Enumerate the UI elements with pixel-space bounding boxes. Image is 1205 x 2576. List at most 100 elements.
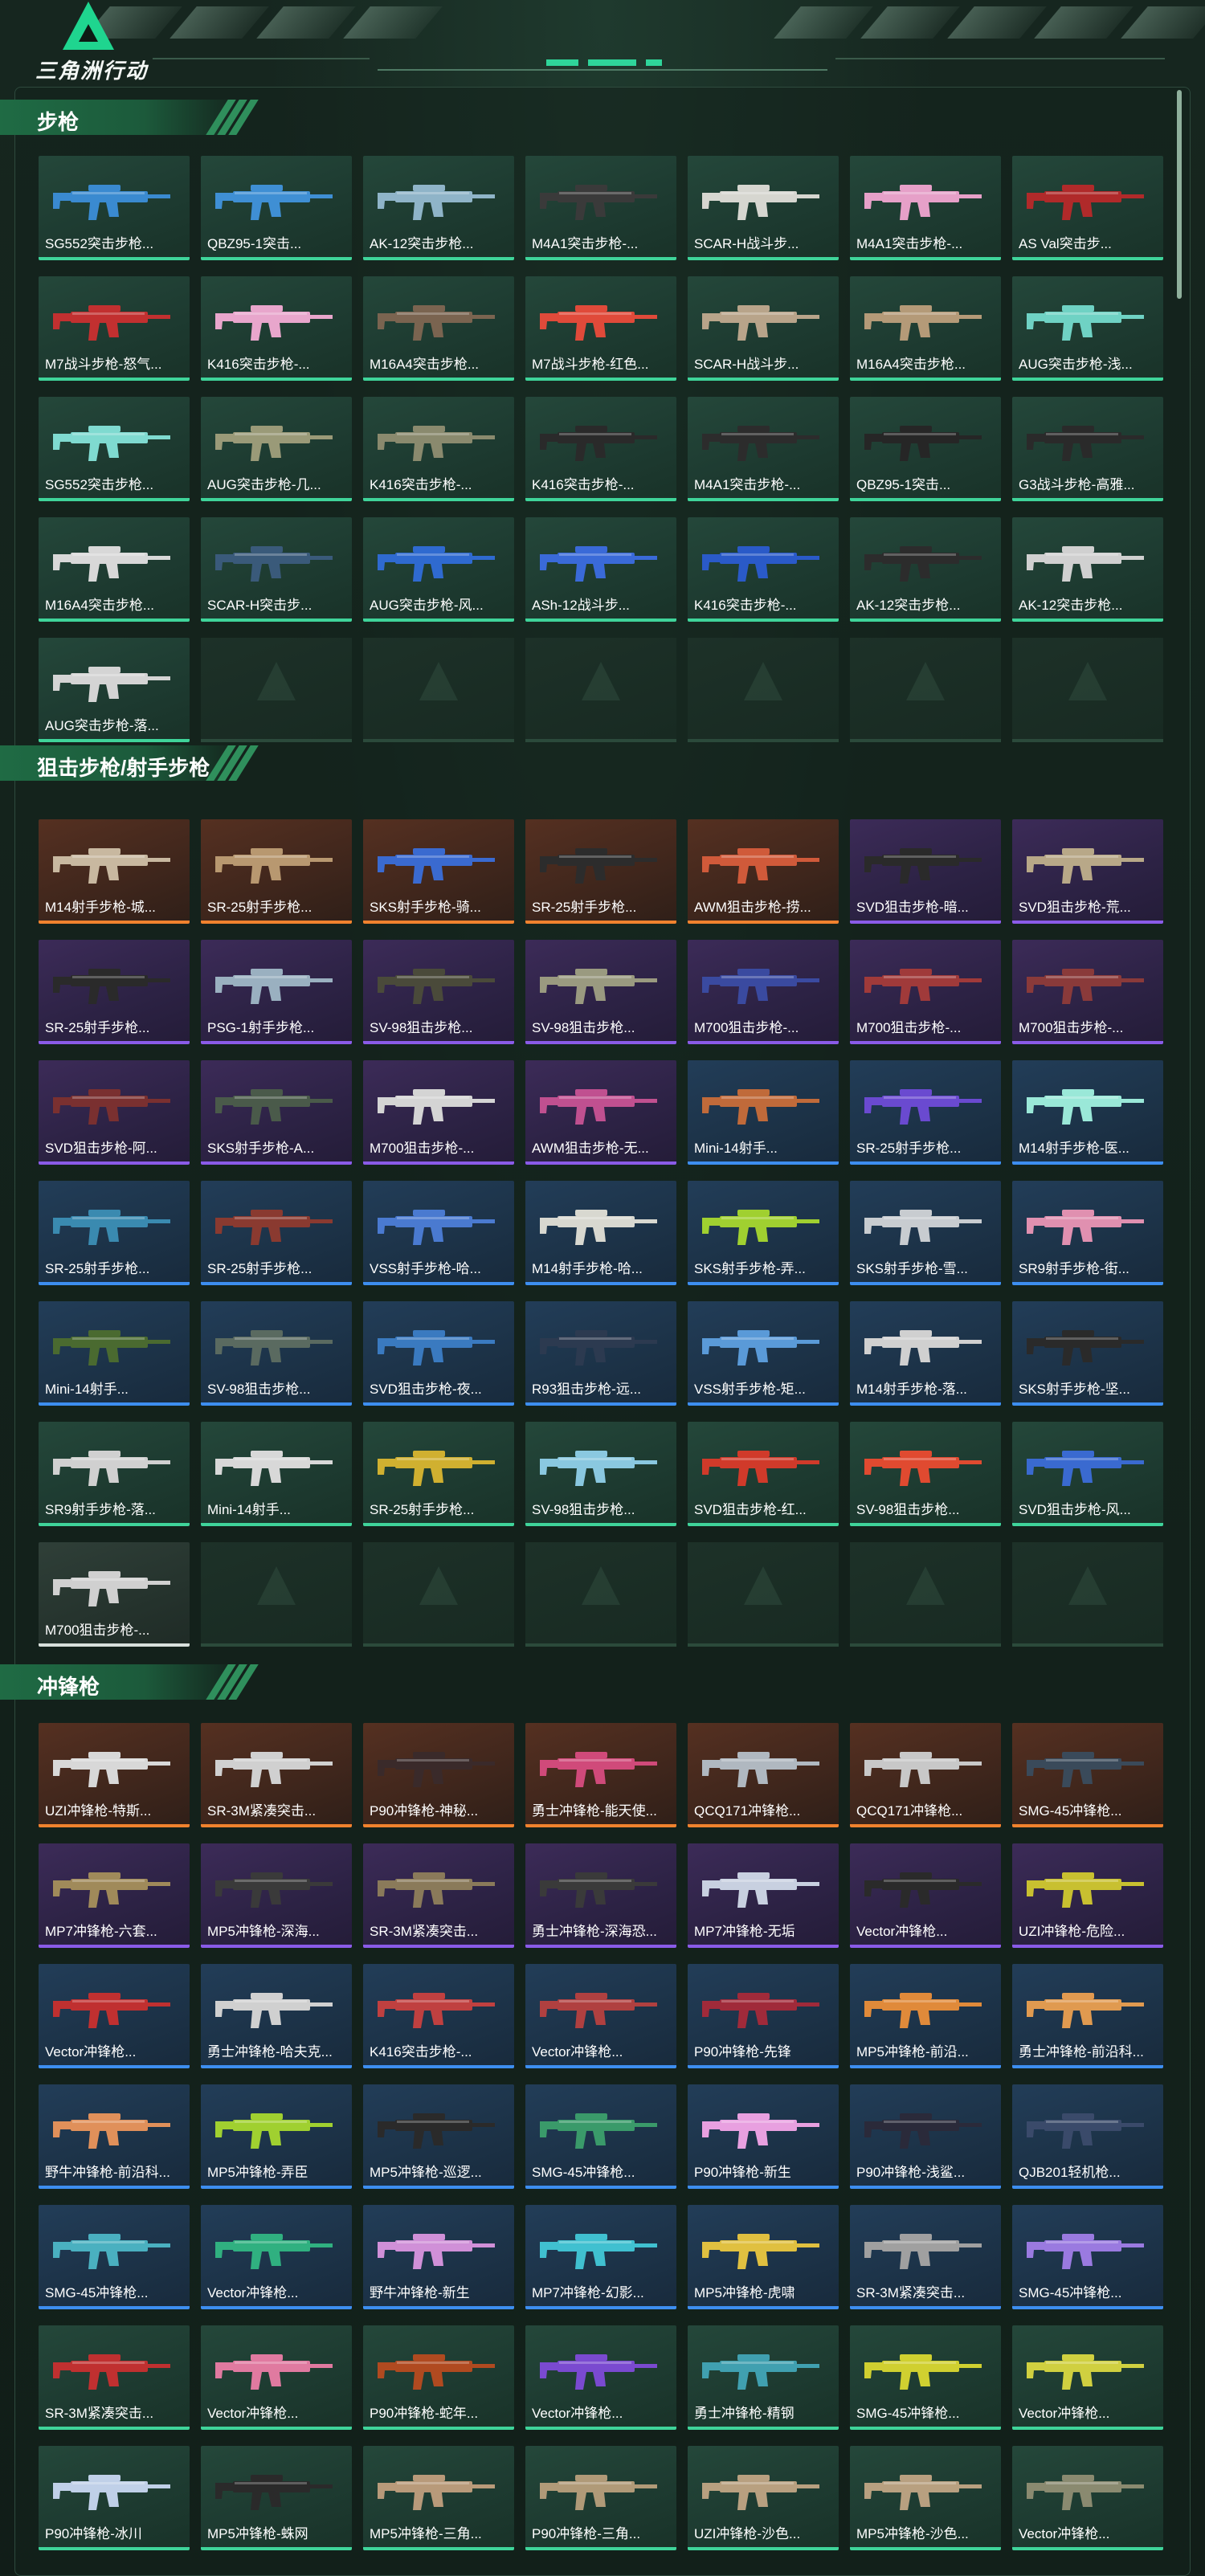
weapon-card[interactable]: 野牛冲锋枪-前沿科... (39, 2084, 190, 2189)
weapon-card[interactable]: MP5冲锋枪-弄臣 (201, 2084, 352, 2189)
weapon-card[interactable]: SMG-45冲锋枪... (1012, 1723, 1163, 1827)
weapon-card[interactable]: K416突击步枪-... (363, 397, 514, 501)
weapon-card[interactable]: 勇士冲锋枪-能天使... (525, 1723, 676, 1827)
weapon-card[interactable]: P90冲锋枪-新生 (688, 2084, 839, 2189)
weapon-card[interactable]: QBZ95-1突击... (201, 156, 352, 260)
weapon-card[interactable]: M4A1突击步枪-... (688, 397, 839, 501)
weapon-card[interactable]: AWM狙击步枪-无... (525, 1060, 676, 1165)
weapon-card[interactable]: VSS射手步枪-哈... (363, 1181, 514, 1285)
weapon-card[interactable]: M14射手步枪-哈... (525, 1181, 676, 1285)
weapon-card[interactable]: SVD狙击步枪-风... (1012, 1422, 1163, 1526)
weapon-card[interactable]: MP5冲锋枪-三角... (363, 2446, 514, 2550)
weapon-card[interactable]: MP7冲锋枪-六套... (39, 1843, 190, 1948)
weapon-card[interactable]: SCAR-H突击步... (201, 517, 352, 622)
weapon-card[interactable]: M7战斗步枪-红色... (525, 276, 676, 381)
weapon-card[interactable]: AUG突击步枪-风... (363, 517, 514, 622)
weapon-card[interactable]: SMG-45冲锋枪... (39, 2205, 190, 2309)
weapon-card[interactable]: SV-98狙击步枪... (201, 1301, 352, 1406)
weapon-card[interactable]: SR9射手步枪-街... (1012, 1181, 1163, 1285)
weapon-card[interactable]: SKS射手步枪-A... (201, 1060, 352, 1165)
weapon-card[interactable]: Vector冲锋枪... (850, 1843, 1001, 1948)
weapon-card[interactable]: SVD狙击步枪-暗... (850, 819, 1001, 924)
weapon-card[interactable]: MP5冲锋枪-虎啸 (688, 2205, 839, 2309)
weapon-card[interactable]: M700狙击步枪-... (363, 1060, 514, 1165)
weapon-card[interactable]: SKS射手步枪-弄... (688, 1181, 839, 1285)
weapon-card[interactable]: AUG突击步枪-浅... (1012, 276, 1163, 381)
weapon-card[interactable]: MP5冲锋枪-沙色... (850, 2446, 1001, 2550)
weapon-card[interactable]: M16A4突击步枪... (850, 276, 1001, 381)
weapon-card[interactable]: SR9射手步枪-落... (39, 1422, 190, 1526)
scrollbar[interactable] (1177, 90, 1182, 299)
weapon-card[interactable]: SR-3M紧凑突击... (363, 1843, 514, 1948)
weapon-card[interactable]: SR-25射手步枪... (363, 1422, 514, 1526)
weapon-card[interactable]: ASh-12战斗步... (525, 517, 676, 622)
weapon-card[interactable]: M14射手步枪-城... (39, 819, 190, 924)
weapon-card[interactable]: UZI冲锋枪-沙色... (688, 2446, 839, 2550)
weapon-card[interactable]: Vector冲锋枪... (1012, 2325, 1163, 2430)
weapon-card[interactable]: SCAR-H战斗步... (688, 276, 839, 381)
weapon-card[interactable]: UZI冲锋枪-危险... (1012, 1843, 1163, 1948)
weapon-card[interactable]: Vector冲锋枪... (201, 2325, 352, 2430)
weapon-card[interactable]: Mini-14射手... (201, 1422, 352, 1526)
weapon-card[interactable]: Vector冲锋枪... (201, 2205, 352, 2309)
weapon-card[interactable]: P90冲锋枪-浅鲨... (850, 2084, 1001, 2189)
weapon-card[interactable]: P90冲锋枪-神秘... (363, 1723, 514, 1827)
weapon-card[interactable]: MP7冲锋枪-幻影... (525, 2205, 676, 2309)
weapon-card[interactable]: M7战斗步枪-怒气... (39, 276, 190, 381)
weapon-card[interactable]: SR-25射手步枪... (201, 1181, 352, 1285)
weapon-card[interactable]: M16A4突击步枪... (363, 276, 514, 381)
weapon-card[interactable]: M14射手步枪-落... (850, 1301, 1001, 1406)
weapon-card[interactable]: SKS射手步枪-雪... (850, 1181, 1001, 1285)
weapon-card[interactable]: SMG-45冲锋枪... (850, 2325, 1001, 2430)
weapon-card[interactable]: M700狙击步枪-... (39, 1542, 190, 1647)
weapon-card[interactable]: SR-3M紧凑突击... (850, 2205, 1001, 2309)
weapon-card[interactable]: QJB201轻机枪... (1012, 2084, 1163, 2189)
weapon-card[interactable]: P90冲锋枪-三角... (525, 2446, 676, 2550)
weapon-card[interactable]: Mini-14射手... (39, 1301, 190, 1406)
weapon-card[interactable]: SMG-45冲锋枪... (525, 2084, 676, 2189)
weapon-card[interactable]: SV-98狙击步枪... (525, 1422, 676, 1526)
weapon-card[interactable]: K416突击步枪-... (201, 276, 352, 381)
weapon-card[interactable]: MP5冲锋枪-深海... (201, 1843, 352, 1948)
weapon-card[interactable]: AK-12突击步枪... (1012, 517, 1163, 622)
weapon-card[interactable]: M14射手步枪-医... (1012, 1060, 1163, 1165)
weapon-card[interactable]: M700狙击步枪-... (850, 940, 1001, 1044)
weapon-card[interactable]: SR-25射手步枪... (201, 819, 352, 924)
weapon-card[interactable]: SMG-45冲锋枪... (1012, 2205, 1163, 2309)
weapon-card[interactable]: SKS射手步枪-坚... (1012, 1301, 1163, 1406)
weapon-card[interactable]: SV-98狙击步枪... (850, 1422, 1001, 1526)
weapon-card[interactable]: M700狙击步枪-... (688, 940, 839, 1044)
weapon-card[interactable]: K416突击步枪-... (525, 397, 676, 501)
weapon-card[interactable]: SKS射手步枪-骑... (363, 819, 514, 924)
weapon-card[interactable]: SVD狙击步枪-荒... (1012, 819, 1163, 924)
weapon-card[interactable]: Vector冲锋枪... (1012, 2446, 1163, 2550)
weapon-card[interactable]: Vector冲锋枪... (525, 2325, 676, 2430)
weapon-card[interactable]: QCQ171冲锋枪... (850, 1723, 1001, 1827)
weapon-card[interactable]: VSS射手步枪-矩... (688, 1301, 839, 1406)
weapon-card[interactable]: SG552突击步枪... (39, 156, 190, 260)
weapon-card[interactable]: SR-25射手步枪... (39, 1181, 190, 1285)
weapon-card[interactable]: P90冲锋枪-先锋 (688, 1964, 839, 2068)
weapon-card[interactable]: 勇士冲锋枪-前沿科... (1012, 1964, 1163, 2068)
weapon-card[interactable]: PSG-1射手步枪... (201, 940, 352, 1044)
weapon-card[interactable]: G3战斗步枪-高雅... (1012, 397, 1163, 501)
weapon-card[interactable]: AWM狙击步枪-捞... (688, 819, 839, 924)
weapon-card[interactable]: SVD狙击步枪-红... (688, 1422, 839, 1526)
weapon-card[interactable]: AUG突击步枪-几... (201, 397, 352, 501)
weapon-card[interactable]: R93狙击步枪-远... (525, 1301, 676, 1406)
weapon-card[interactable]: SR-3M紧凑突击... (201, 1723, 352, 1827)
weapon-card[interactable]: QCQ171冲锋枪... (688, 1723, 839, 1827)
weapon-card[interactable]: MP5冲锋枪-前沿... (850, 1964, 1001, 2068)
weapon-card[interactable]: M700狙击步枪-... (1012, 940, 1163, 1044)
weapon-card[interactable]: SV-98狙击步枪... (525, 940, 676, 1044)
weapon-card[interactable]: SVD狙击步枪-阿... (39, 1060, 190, 1165)
weapon-card[interactable]: MP5冲锋枪-蛛网 (201, 2446, 352, 2550)
weapon-card[interactable]: SR-25射手步枪... (525, 819, 676, 924)
weapon-card[interactable]: QBZ95-1突击... (850, 397, 1001, 501)
weapon-card[interactable]: K416突击步枪-... (688, 517, 839, 622)
weapon-card[interactable]: M4A1突击步枪-... (525, 156, 676, 260)
weapon-card[interactable]: AS Val突击步... (1012, 156, 1163, 260)
weapon-card[interactable]: K416突击步枪-... (363, 1964, 514, 2068)
weapon-card[interactable]: AK-12突击步枪... (850, 517, 1001, 622)
weapon-card[interactable]: AK-12突击步枪... (363, 156, 514, 260)
